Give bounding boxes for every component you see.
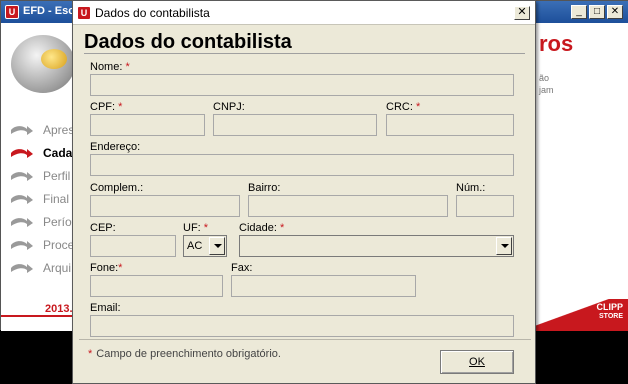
app-icon: U — [5, 5, 19, 19]
sidebar-item-label: Apres — [43, 123, 75, 137]
arrow-icon — [11, 241, 33, 250]
uf-value: AC — [187, 240, 203, 252]
nome-label: Nome: * — [90, 61, 130, 73]
sidebar-item-label: Arqui — [43, 261, 72, 275]
sidebar-item-label: Perfil — [43, 169, 71, 183]
sidebar-item-label: Perío — [43, 215, 72, 229]
numero-field[interactable] — [456, 195, 514, 217]
uf-select[interactable]: AC — [183, 235, 227, 257]
sidebar-item-label: Proce — [43, 238, 75, 252]
app-icon: U — [77, 6, 91, 20]
brand-logo: CLIPP STORE — [573, 303, 623, 321]
cidade-select[interactable] — [239, 235, 514, 257]
bairro-label: Bairro: — [248, 182, 281, 194]
nome-field[interactable] — [90, 74, 514, 96]
fone-label: Fone:* — [90, 262, 122, 274]
ok-button[interactable]: OK — [440, 350, 514, 374]
dialog-title-bar[interactable]: U Dados do contabilista ✕ — [73, 1, 535, 25]
page-title: Dados do contabilista — [84, 31, 292, 53]
arrow-icon — [11, 172, 33, 181]
nome-label-text: Nome: — [90, 61, 123, 73]
fone-field[interactable] — [90, 275, 223, 297]
cep-label: CEP: — [90, 222, 116, 234]
arrow-icon — [11, 126, 33, 135]
chevron-down-icon[interactable] — [496, 237, 512, 255]
divider — [1, 315, 83, 317]
main-window-title: EFD - Esc — [23, 5, 75, 17]
contabilista-dialog: U Dados do contabilista ✕ Dados do conta… — [72, 0, 536, 384]
required-note: * Campo de preenchimento obrigatório. — [88, 348, 281, 360]
content-text: ão — [539, 73, 550, 83]
bairro-field[interactable] — [248, 195, 448, 217]
brand-line: STORE — [599, 313, 623, 320]
cidade-label: Cidade: * — [239, 222, 284, 234]
endereco-field[interactable] — [90, 154, 514, 176]
required-marker: * — [279, 222, 285, 234]
crc-label: CRC: * — [386, 101, 420, 113]
minimize-icon[interactable]: _ — [571, 5, 587, 19]
cpf-label: CPF: * — [90, 101, 122, 113]
required-note-text: Campo de preenchimento obrigatório. — [96, 348, 281, 360]
complemento-field[interactable] — [90, 195, 240, 217]
required-marker: * — [415, 101, 421, 113]
dialog-title: Dados do contabilista — [95, 6, 210, 20]
required-marker: * — [118, 101, 123, 113]
fax-label: Fax: — [231, 262, 253, 274]
email-label: Email: — [90, 302, 121, 314]
arrow-icon — [11, 149, 33, 158]
required-marker: * — [125, 61, 130, 73]
endereco-label: Endereço: — [90, 141, 141, 153]
chevron-down-icon[interactable] — [209, 237, 225, 255]
content-text: jam — [539, 85, 554, 95]
cnpj-field[interactable] — [213, 114, 377, 136]
required-marker: * — [88, 348, 93, 360]
version-text: 2013. — [45, 303, 73, 315]
main-content-right: ros ão jam CLIPP STORE — [535, 23, 628, 331]
uf-label: UF: * — [183, 222, 208, 234]
ok-button-label: OK — [469, 356, 485, 368]
fone-label-text: Fone: — [90, 262, 119, 274]
arrow-icon — [11, 264, 33, 273]
email-field[interactable] — [90, 315, 514, 337]
cep-field[interactable] — [90, 235, 176, 257]
crc-label-text: CRC: — [386, 101, 413, 113]
brand-line: CLIPP — [596, 302, 623, 312]
main-sidebar: Apres Cadas Perfil Final Perío Proce Arq… — [1, 23, 83, 331]
arrow-icon — [11, 218, 33, 227]
complemento-label: Complem.: — [90, 182, 144, 194]
logo-icon — [11, 35, 75, 93]
required-marker: * — [203, 222, 209, 234]
cpf-label-text: CPF: — [90, 101, 116, 113]
sidebar-item-label: Final — [43, 192, 70, 206]
fax-field[interactable] — [231, 275, 416, 297]
divider — [79, 339, 531, 340]
required-marker: * — [118, 262, 123, 274]
divider — [84, 53, 525, 54]
cpf-field[interactable] — [90, 114, 205, 136]
numero-label: Núm.: — [456, 182, 486, 194]
arrow-icon — [11, 195, 33, 204]
close-icon[interactable]: ✕ — [514, 6, 530, 20]
crc-field[interactable] — [386, 114, 514, 136]
restore-icon[interactable]: □ — [589, 5, 605, 19]
close-icon[interactable]: ✕ — [607, 5, 623, 19]
content-heading: ros — [539, 31, 574, 56]
uf-label-text: UF: — [183, 222, 201, 234]
cnpj-label: CNPJ: — [213, 101, 245, 113]
cidade-label-text: Cidade: — [239, 222, 277, 234]
